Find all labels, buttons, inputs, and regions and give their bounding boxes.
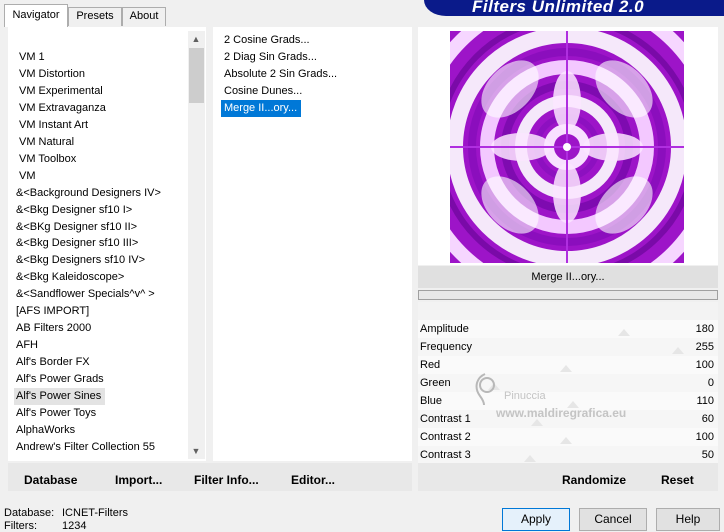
help-button[interactable]: Help <box>656 508 720 531</box>
app-title: Filters Unlimited 2.0 <box>472 0 645 16</box>
param-row[interactable]: Contrast 3 50 <box>418 446 718 464</box>
param-value[interactable]: 100 <box>696 428 714 446</box>
filter-item[interactable]: Absolute 2 Sin Grads... <box>221 66 341 83</box>
category-item[interactable]: Andrew's Filter Collection 55 <box>16 439 159 456</box>
reset-button[interactable]: Reset <box>661 473 694 487</box>
editor-button[interactable]: Editor... <box>291 473 335 487</box>
category-item[interactable]: VM 1 <box>19 49 49 66</box>
filter-item[interactable]: Merge II...ory... <box>221 100 302 117</box>
category-item[interactable]: &<Background Designers IV> <box>16 185 165 202</box>
filter-item[interactable]: Cosine Dunes... <box>221 83 306 100</box>
category-item[interactable]: Alf's Power Grads <box>16 371 108 388</box>
app-banner: Filters Unlimited 2.0 <box>424 0 724 16</box>
status-filters-value: 1234 <box>62 520 87 532</box>
progress-bar <box>418 290 718 300</box>
param-label: Blue <box>420 395 443 407</box>
tab-navigator[interactable]: Navigator <box>4 4 68 27</box>
category-item[interactable]: VM Extravaganza <box>19 100 110 117</box>
status-database-label: Database: <box>4 507 55 519</box>
param-value[interactable]: 0 <box>708 374 714 392</box>
param-label: Contrast 2 <box>420 431 471 443</box>
category-item[interactable]: VM Experimental <box>19 83 107 100</box>
watermark-logo-icon <box>475 373 495 406</box>
filter-info-button[interactable]: Filter Info... <box>194 473 259 487</box>
param-value[interactable]: 110 <box>696 392 714 410</box>
category-item[interactable]: AB Filters 2000 <box>16 320 95 337</box>
category-item[interactable]: Alf's Power Sines <box>14 388 106 405</box>
scroll-down-icon[interactable]: ▼ <box>188 443 204 459</box>
slider-thumb-icon[interactable] <box>560 437 572 444</box>
database-button[interactable]: Database <box>24 473 77 487</box>
param-label: Contrast 3 <box>420 449 471 461</box>
slider-thumb-icon[interactable] <box>672 347 684 354</box>
param-row[interactable]: Green 0 <box>418 374 718 392</box>
filter-list[interactable]: 2 Cosine Grads... 2 Diag Sin Grads... Abso… <box>213 27 412 461</box>
slider-thumb-icon[interactable] <box>618 329 630 336</box>
scroll-up-icon[interactable]: ▲ <box>188 31 204 47</box>
param-label: Contrast 1 <box>420 413 471 425</box>
watermark-line1: Pinuccia <box>504 390 546 402</box>
param-value[interactable]: 50 <box>702 446 714 464</box>
category-item[interactable]: Alf's Border FX <box>16 354 94 371</box>
param-label: Frequency <box>420 341 472 353</box>
category-item[interactable]: &<BKg Designer sf10 II> <box>16 219 141 236</box>
category-item[interactable]: &<Bkg Designer sf10 III> <box>16 235 142 252</box>
param-value[interactable]: 180 <box>696 320 714 338</box>
cancel-button[interactable]: Cancel <box>579 508 647 531</box>
status-database-value: ICNET-Filters <box>62 507 128 519</box>
category-item[interactable]: &<Bkg Designer sf10 I> <box>16 202 136 219</box>
tab-about[interactable]: About <box>122 7 166 26</box>
param-value[interactable]: 60 <box>702 410 714 428</box>
category-item[interactable]: &<Bkg Designers sf10 IV> <box>16 252 149 269</box>
param-value[interactable]: 100 <box>696 356 714 374</box>
category-scrollbar[interactable]: ▲ ▼ <box>188 31 205 459</box>
param-row[interactable]: Contrast 2 100 <box>418 428 718 446</box>
slider-thumb-icon[interactable] <box>524 455 536 462</box>
param-value[interactable]: 255 <box>696 338 714 356</box>
slider-thumb-icon[interactable] <box>560 365 572 372</box>
category-list[interactable]: VM 1 VM Distortion VM Experimental VM Extra… <box>8 27 206 461</box>
category-item[interactable]: VM Instant Art <box>19 117 92 134</box>
category-item[interactable]: [AFS IMPORT] <box>16 303 93 320</box>
preview-image <box>450 31 684 263</box>
watermark: Pinuccia www.maldiregrafica.eu <box>470 372 626 420</box>
category-item[interactable]: VM Natural <box>19 134 78 151</box>
randomize-button[interactable]: Randomize <box>562 473 626 487</box>
filter-item[interactable]: 2 Cosine Grads... <box>221 32 314 49</box>
param-row[interactable]: Amplitude 180 <box>418 320 718 338</box>
status-filters-label: Filters: <box>4 520 37 532</box>
param-label: Green <box>420 377 451 389</box>
preview-caption: Merge II...ory... <box>418 266 718 288</box>
watermark-line2: www.maldiregrafica.eu <box>496 406 627 420</box>
category-item[interactable]: AlphaWorks <box>16 422 79 439</box>
import-button[interactable]: Import... <box>115 473 162 487</box>
category-item[interactable]: AFH <box>16 337 42 354</box>
filter-item[interactable]: 2 Diag Sin Grads... <box>221 49 321 66</box>
category-item[interactable]: &<Bkg Kaleidoscope> <box>16 269 128 286</box>
category-item[interactable]: &<Sandflower Specials^v^ > <box>16 286 159 303</box>
param-row[interactable]: Red 100 <box>418 356 718 374</box>
scroll-thumb[interactable] <box>189 48 204 103</box>
param-row[interactable]: Frequency 255 <box>418 338 718 356</box>
category-item[interactable]: Alf's Power Toys <box>16 405 100 422</box>
category-item[interactable]: VM <box>19 168 40 185</box>
apply-button[interactable]: Apply <box>502 508 570 531</box>
tab-presets[interactable]: Presets <box>68 7 122 26</box>
param-label: Red <box>420 359 441 371</box>
slider-thumb-icon[interactable] <box>531 419 543 426</box>
param-label: Amplitude <box>420 323 469 335</box>
category-item[interactable]: VM Toolbox <box>19 151 80 168</box>
category-item[interactable]: VM Distortion <box>19 66 89 83</box>
